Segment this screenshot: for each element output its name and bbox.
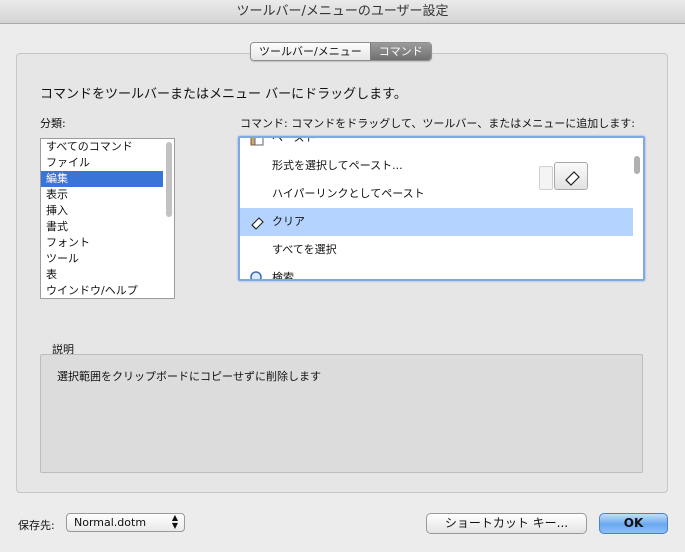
window-title: ツールバー/メニューのユーザー設定 [0, 0, 685, 24]
eraser-icon [251, 217, 264, 230]
category-item[interactable]: 挿入 [41, 203, 163, 219]
command-label: 検索 [272, 271, 294, 281]
description-box: 選択範囲をクリップボードにコピーせずに削除します [40, 354, 643, 473]
command-item[interactable]: すべてを選択 [240, 236, 633, 264]
keyboard-shortcuts-button[interactable]: ショートカット キー... [426, 513, 587, 534]
description-text: 選択範囲をクリップボードにコピーせずに削除します [57, 370, 321, 383]
category-list[interactable]: すべてのコマンド ファイル 編集 表示 挿入 書式 フォント ツール 表 ウイン… [40, 138, 175, 299]
category-item[interactable]: 書式 [41, 219, 163, 235]
category-scrollbar[interactable] [166, 142, 172, 217]
command-item[interactable]: 検索 [240, 264, 633, 281]
instruction-text: コマンドをツールバーまたはメニュー バーにドラッグします。 [40, 87, 407, 102]
command-item[interactable]: 形式を選択してペースト... [240, 152, 633, 190]
category-item[interactable]: ファイル [41, 155, 163, 171]
category-item[interactable]: フォント [41, 235, 163, 251]
command-label: ペースト [272, 136, 316, 144]
updown-arrows-icon: ▲ ▼ [171, 513, 178, 530]
save-in-label: 保存先: [18, 519, 55, 532]
command-label: ハイパーリンクとしてペースト [272, 187, 425, 200]
clipboard-icon [250, 138, 264, 146]
ok-button[interactable]: OK [599, 513, 668, 534]
categories-label: 分類: [40, 117, 66, 130]
command-list[interactable]: ペースト 形式を選択してペースト... ハイパーリンクとしてペースト クリア す… [238, 136, 645, 281]
tab-toolbar-menu[interactable]: ツールバー/メニュー [251, 43, 370, 60]
magnifier-icon [250, 271, 262, 279]
command-item[interactable]: ハイパーリンクとしてペースト [240, 180, 633, 208]
category-item[interactable]: すべてのコマンド [41, 139, 163, 155]
category-item[interactable]: ウインドウ/ヘルプ [41, 283, 163, 298]
commands-label: コマンド: コマンドをドラッグして、ツールバー、またはメニューに追加します: [240, 117, 635, 130]
command-label: すべてを選択 [272, 243, 337, 256]
category-item[interactable]: 表 [41, 267, 163, 283]
save-in-popup[interactable]: Normal.dotm ▲ ▼ [66, 513, 185, 532]
save-in-value: Normal.dotm [74, 516, 147, 529]
command-item[interactable]: ペースト [240, 136, 633, 152]
command-scrollbar[interactable] [634, 156, 640, 174]
command-label: 形式を選択してペースト... [272, 159, 403, 172]
tab-bar: ツールバー/メニュー コマンド [250, 42, 432, 61]
command-item-selected[interactable]: クリア [240, 208, 633, 236]
category-item[interactable]: 編集 [41, 171, 163, 187]
tab-commands[interactable]: コマンド [369, 43, 431, 60]
category-item[interactable]: ツール [41, 251, 163, 267]
category-item[interactable]: 表示 [41, 187, 163, 203]
command-label: クリア [272, 215, 305, 228]
